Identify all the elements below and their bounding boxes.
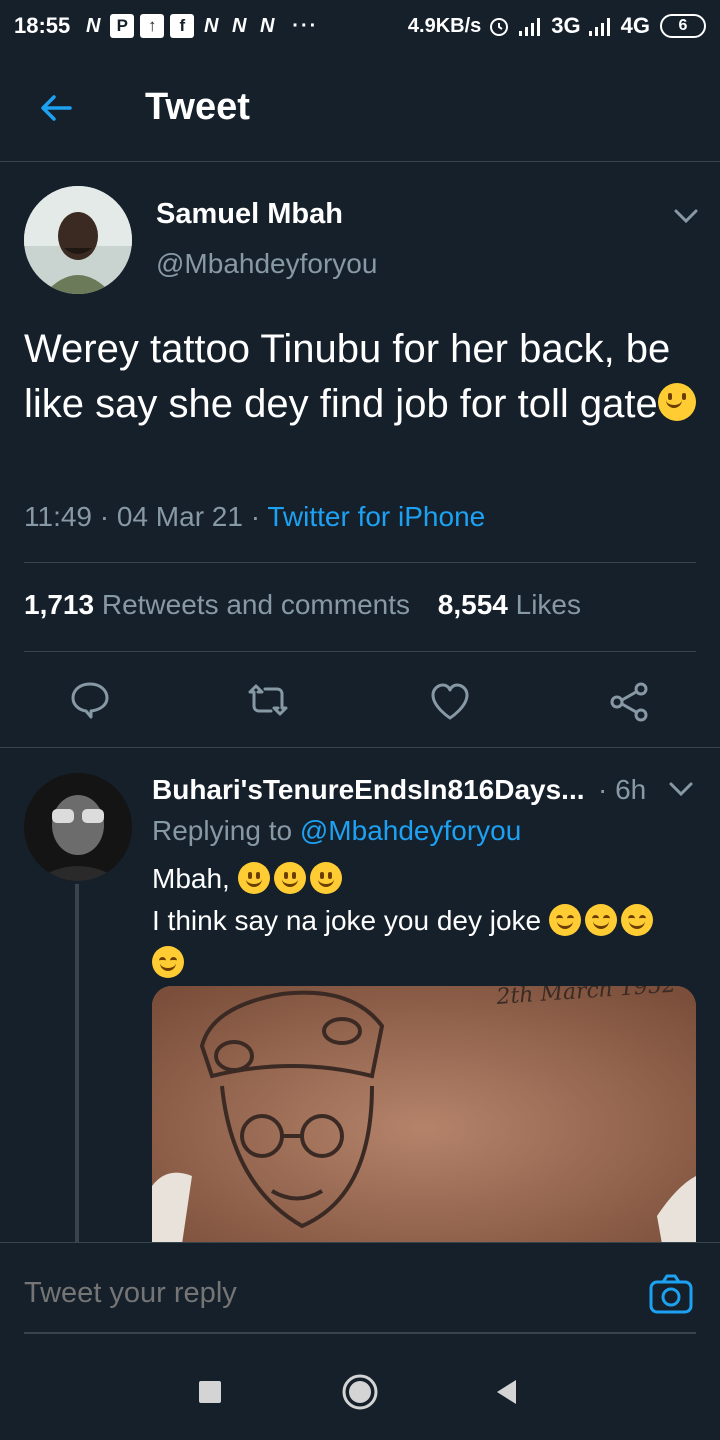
retweets-label: Retweets and comments [101, 589, 410, 620]
reply-timestamp: · 6h [598, 774, 647, 805]
alarm-icon [490, 18, 509, 36]
retweets-stat[interactable]: 1,713 Retweets and comments [24, 589, 410, 620]
tweet-timestamp: 11:49 · 04 Mar 21 [24, 501, 243, 532]
notification-icon-upload: ↑ [140, 14, 165, 38]
thread-line [75, 884, 79, 1242]
happy-emoji-icon [620, 904, 653, 936]
back-arrow-icon[interactable] [36, 88, 76, 128]
status-right: 4.9KB/s 3G 4G 6 [408, 13, 706, 39]
home-circle-icon[interactable] [340, 1372, 380, 1412]
reply-line-1-text: Mbah, [152, 863, 230, 894]
author-handle[interactable]: @Mbahdeyforyou [156, 248, 377, 280]
notification-icon-facebook: f [170, 14, 195, 38]
replying-prefix: Replying to [152, 815, 293, 846]
notification-icon-n3: N [232, 14, 247, 37]
retweets-count: 1,713 [24, 589, 95, 620]
system-nav-bar [0, 1346, 720, 1440]
reply-chevron-down-icon[interactable] [666, 774, 696, 804]
comment-icon[interactable] [68, 678, 112, 722]
signal-icon-3g [519, 18, 541, 36]
tweet-source-link[interactable]: Twitter for iPhone [267, 501, 485, 532]
replying-to: Replying to @Mbahdeyforyou [152, 815, 521, 847]
chevron-down-icon[interactable] [670, 200, 702, 232]
reply-line-2-text: I think say na joke you dey joke [152, 905, 542, 936]
replying-mention-link[interactable]: @Mbahdeyforyou [300, 815, 521, 846]
smile-emoji-icon [237, 862, 270, 894]
retweet-icon[interactable] [246, 678, 290, 722]
reply-text: Mbah, I think say na joke you dey joke [152, 858, 692, 984]
back-triangle-icon[interactable] [494, 1378, 518, 1406]
reply-input-underline [24, 1332, 696, 1334]
app-header: Tweet [0, 58, 720, 162]
reply-composer [0, 1242, 720, 1346]
tweet-body: Werey tattoo Tinubu for her back, be lik… [24, 327, 671, 426]
tweet-stats: 1,713 Retweets and comments 8,554 Likes [24, 589, 581, 621]
section-divider [0, 747, 720, 748]
signal-icon-4g [588, 18, 610, 36]
meta-separator: · [250, 501, 261, 532]
network-type-4g: 4G [620, 13, 650, 38]
happy-emoji-icon [584, 904, 617, 936]
likes-label: Likes [515, 589, 582, 620]
tweet-reply-input[interactable] [24, 1277, 624, 1310]
heart-icon[interactable] [428, 680, 472, 724]
reply-author-avatar[interactable] [24, 773, 132, 881]
reply-author-name[interactable]: Buhari'sTenureEndsIn816Days... [152, 774, 585, 806]
tweet-metadata: 11:49 · 04 Mar 21 · Twitter for iPhone [24, 501, 485, 533]
laughing-emoji-icon [657, 383, 696, 421]
camera-icon[interactable] [648, 1273, 694, 1315]
smile-emoji-icon [273, 862, 306, 894]
happy-emoji-icon [548, 904, 581, 936]
author-avatar[interactable] [24, 186, 132, 294]
divider [24, 562, 696, 563]
notification-icon-p: P [110, 14, 135, 38]
notification-icon-n4: N [260, 14, 275, 37]
status-bar: 18:55 N P ↑ f N N N ··· 4.9KB/s 3G 4G 6 [0, 0, 720, 52]
page-title: Tweet [145, 86, 250, 128]
reply-line-3 [152, 942, 692, 984]
divider [24, 651, 696, 652]
likes-count: 8,554 [437, 589, 508, 620]
share-icon[interactable] [608, 680, 652, 724]
likes-stat[interactable]: 8,554 Likes [438, 589, 581, 620]
notification-icon-n2: N [204, 14, 219, 37]
tweet-text: Werey tattoo Tinubu for her back, be lik… [24, 322, 704, 432]
more-notifications-icon: ··· [292, 14, 319, 37]
reply-line-2: I think say na joke you dey joke [152, 900, 692, 942]
reply-image[interactable]: 2th March 1952 [152, 986, 696, 1244]
smile-emoji-icon [309, 862, 342, 894]
notification-icon-n: N [86, 14, 101, 37]
author-name[interactable]: Samuel Mbah [156, 198, 343, 231]
happy-emoji-icon [152, 946, 184, 978]
network-speed: 4.9KB/s [407, 14, 482, 37]
status-left: 18:55 N P ↑ f N N N ··· [14, 13, 318, 39]
reply-line-1: Mbah, [152, 858, 692, 900]
recents-square-icon[interactable] [198, 1380, 222, 1404]
network-type-3g: 3G [551, 13, 581, 38]
status-time: 18:55 [14, 13, 71, 38]
battery-icon: 6 [660, 14, 706, 38]
